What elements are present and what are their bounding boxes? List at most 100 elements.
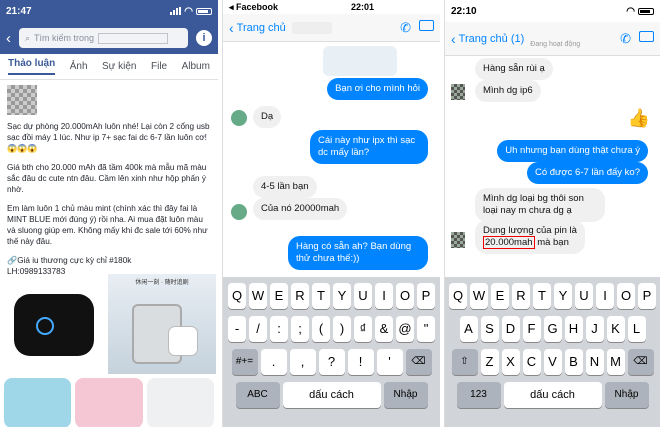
key[interactable]: X (501, 349, 520, 375)
product-image-black[interactable] (4, 274, 104, 374)
back-to-app[interactable]: ◂ Facebook (229, 2, 278, 13)
numbers-key[interactable]: 123 (456, 382, 501, 408)
info-icon[interactable]: i (196, 30, 212, 46)
key[interactable]: D (501, 316, 520, 342)
tab-files[interactable]: File (151, 61, 167, 72)
key[interactable]: K (606, 316, 625, 342)
shift-icon[interactable]: ⇧ (451, 349, 478, 375)
key[interactable]: ) (333, 316, 351, 342)
key[interactable]: R (291, 283, 309, 309)
message-received[interactable]: Dạ (253, 106, 282, 128)
key[interactable]: J (585, 316, 604, 342)
key[interactable]: ' (376, 349, 403, 375)
phone-icon[interactable]: ✆ (400, 20, 411, 36)
shared-image[interactable] (323, 46, 397, 76)
backspace-icon[interactable]: ⌫ (627, 349, 654, 375)
video-icon[interactable] (639, 30, 654, 42)
message-sent[interactable]: Bạn ơi cho mình hỏi (327, 78, 428, 100)
key[interactable]: V (543, 349, 562, 375)
message-sent[interactable]: Hàng có sẵn ah? Bạn dùng thử chưa thế:)) (288, 236, 428, 270)
key[interactable]: & (375, 316, 393, 342)
key[interactable]: P (638, 283, 656, 309)
phone-icon[interactable]: ✆ (620, 31, 631, 47)
return-key[interactable]: Nhập (604, 382, 649, 408)
abc-key[interactable]: ABC (235, 382, 280, 408)
key[interactable]: R (512, 283, 530, 309)
key[interactable]: ! (347, 349, 374, 375)
key[interactable]: F (522, 316, 541, 342)
key[interactable]: Q (228, 283, 246, 309)
key[interactable]: G (543, 316, 562, 342)
key[interactable]: O (396, 283, 414, 309)
key[interactable]: Y (554, 283, 572, 309)
key[interactable]: N (585, 349, 604, 375)
key[interactable]: U (575, 283, 593, 309)
key[interactable]: ₫ (354, 316, 372, 342)
post-body: Sạc dự phòng 20.000mAh luôn nhé! Lại còn… (0, 80, 218, 282)
message-received[interactable]: Mình dg loại bg thôi son loại nay m chưa… (475, 188, 605, 222)
key[interactable]: ; (291, 316, 309, 342)
search-input[interactable]: ⌕ Tìm kiếm trong (19, 28, 188, 48)
backspace-icon[interactable]: ⌫ (405, 349, 432, 375)
key[interactable]: ( (312, 316, 330, 342)
key[interactable]: Q (449, 283, 467, 309)
message-sent[interactable]: Có được 6-7 lần đấy ko? (526, 162, 648, 184)
chat-header: ‹ Trang chủ (1) Đang hoạt động ✆ (445, 22, 660, 56)
key[interactable]: C (522, 349, 541, 375)
product-image-row[interactable] (0, 378, 218, 427)
key[interactable]: T (312, 283, 330, 309)
key[interactable]: U (354, 283, 372, 309)
key[interactable]: M (606, 349, 625, 375)
key[interactable]: O (617, 283, 635, 309)
message-sent[interactable]: Uh nhưng bạn dùng thật chưa ý (497, 140, 648, 162)
contact-avatar (451, 232, 465, 248)
message-received[interactable]: Hàng sẵn rùi ạ (475, 58, 553, 80)
key[interactable]: H (564, 316, 583, 342)
tab-discussion[interactable]: Thảo luận (8, 58, 56, 75)
key[interactable]: A (459, 316, 478, 342)
back-button[interactable]: ‹ Trang chủ (1) (451, 31, 524, 47)
product-image-lifestyle[interactable]: 休闲一刻 · 随时追剧 (108, 274, 216, 374)
tab-events[interactable]: Sự kiện (102, 61, 137, 72)
key[interactable]: E (491, 283, 509, 309)
message-received[interactable]: Dung lượng của pin là 20.000mah mà bạn (475, 220, 585, 254)
message-received[interactable]: 4-5 lần bạn (253, 176, 317, 198)
key[interactable]: " (417, 316, 435, 342)
key[interactable]: E (270, 283, 288, 309)
key[interactable]: ? (318, 349, 345, 375)
key[interactable]: I (596, 283, 614, 309)
key[interactable]: Z (480, 349, 499, 375)
key[interactable]: L (627, 316, 646, 342)
key[interactable]: , (289, 349, 316, 375)
key[interactable]: - (228, 316, 246, 342)
key[interactable]: @ (396, 316, 414, 342)
space-key[interactable]: dấu cách (282, 382, 381, 408)
post-images[interactable]: 休闲一刻 · 随时追剧 (0, 268, 218, 427)
message-sent[interactable]: Cái này như ipx thì sạc dc mấy lần? (310, 130, 428, 164)
tab-album[interactable]: Album (182, 61, 210, 72)
message-received[interactable]: Của nó 20000mah (253, 198, 348, 220)
symbols-key[interactable]: #+= (231, 349, 258, 375)
back-icon[interactable]: ‹ (6, 30, 11, 47)
back-button[interactable]: ‹ Trang chủ (229, 20, 286, 36)
product-image-mint[interactable] (4, 378, 72, 427)
active-status: Đang hoạt động (530, 41, 581, 48)
key[interactable]: . (260, 349, 287, 375)
product-image-pink[interactable] (75, 378, 143, 427)
key[interactable]: T (533, 283, 551, 309)
key[interactable]: S (480, 316, 499, 342)
space-key[interactable]: dấu cách (503, 382, 602, 408)
key[interactable]: Y (333, 283, 351, 309)
key[interactable]: : (270, 316, 288, 342)
key[interactable]: P (417, 283, 435, 309)
key[interactable]: / (249, 316, 267, 342)
key[interactable]: I (375, 283, 393, 309)
key[interactable]: W (249, 283, 267, 309)
return-key[interactable]: Nhập (383, 382, 428, 408)
message-received[interactable]: Mình dg ip6 (475, 80, 541, 102)
product-image-white[interactable] (146, 378, 214, 427)
key[interactable]: B (564, 349, 583, 375)
tab-photos[interactable]: Ảnh (70, 61, 88, 72)
video-icon[interactable] (419, 19, 434, 31)
key[interactable]: W (470, 283, 488, 309)
